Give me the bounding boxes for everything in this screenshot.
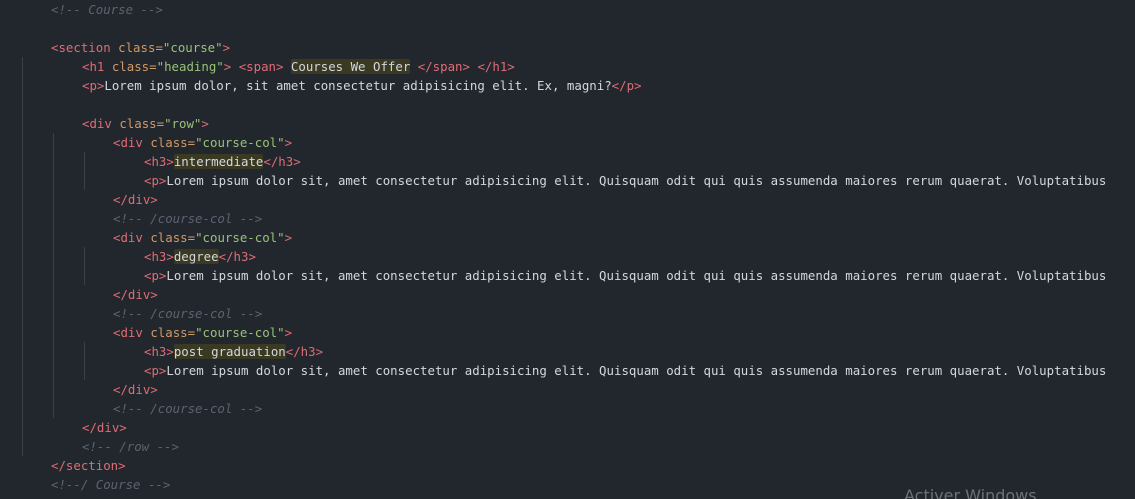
code-string-token: "heading" bbox=[156, 59, 224, 74]
code-tag-token: > bbox=[284, 325, 293, 340]
code-line[interactable]: </div> bbox=[0, 380, 1135, 399]
code-tag-token: <p> bbox=[82, 78, 105, 93]
code-highlighted-token: post graduation bbox=[173, 344, 286, 359]
code-tag-token: <div bbox=[113, 325, 151, 340]
code-line[interactable] bbox=[0, 95, 1135, 114]
code-tag-token: <h3> bbox=[144, 154, 174, 169]
code-tag-token: </h3> bbox=[218, 249, 256, 264]
code-line[interactable]: </div> bbox=[0, 190, 1135, 209]
code-highlighted-token: degree bbox=[173, 249, 219, 264]
code-highlighted-token: Courses We Offer bbox=[290, 59, 411, 74]
code-tag-token: </h1> bbox=[477, 59, 515, 74]
code-tag-token: > bbox=[222, 40, 231, 55]
code-tag-token: > bbox=[201, 116, 209, 131]
code-tag-token: <p> bbox=[144, 363, 167, 378]
code-tag-token: <div bbox=[82, 116, 120, 131]
code-string-token: "course-col" bbox=[195, 230, 285, 245]
code-line[interactable]: <div class="course-col"> bbox=[0, 228, 1135, 247]
code-tag-token: <span> bbox=[238, 59, 284, 74]
code-line[interactable]: <p>Lorem ipsum dolor sit, amet consectet… bbox=[0, 171, 1135, 190]
code-attr-token: class= bbox=[111, 59, 157, 74]
code-attr-token: class= bbox=[118, 40, 163, 55]
code-tag-token: <section bbox=[51, 40, 119, 55]
code-tag-token: </h3> bbox=[285, 344, 324, 359]
code-text-token: Lorem ipsum dolor, sit amet consectetur … bbox=[104, 78, 612, 93]
code-tag-token: <h1 bbox=[82, 59, 112, 74]
code-string-token: "course-col" bbox=[195, 325, 285, 340]
code-line[interactable]: <section class="course"> bbox=[0, 38, 1135, 57]
code-tag-token: <div bbox=[113, 230, 151, 245]
code-tag-token: </section> bbox=[51, 458, 126, 473]
code-string-token: "row" bbox=[164, 116, 202, 131]
code-tag-token: <h3> bbox=[144, 344, 174, 359]
code-line[interactable] bbox=[0, 19, 1135, 38]
code-tag-token: </span> bbox=[417, 59, 470, 74]
code-tag-token: </div> bbox=[113, 382, 158, 397]
code-line[interactable]: <h3>post graduation</h3> bbox=[0, 342, 1135, 361]
code-comment-token: <!-- /course-col --> bbox=[113, 306, 263, 321]
code-text-token: Lorem ipsum dolor sit, amet consectetur … bbox=[166, 268, 1107, 283]
code-attr-token: class= bbox=[150, 230, 196, 245]
code-line[interactable]: <p>Lorem ipsum dolor sit, amet consectet… bbox=[0, 266, 1135, 285]
code-line[interactable]: </div> bbox=[0, 285, 1135, 304]
code-attr-token: class= bbox=[150, 325, 196, 340]
code-tag-token: <p> bbox=[144, 268, 167, 283]
code-line[interactable]: </section> bbox=[0, 456, 1135, 475]
code-line[interactable]: </div> bbox=[0, 418, 1135, 437]
code-string-token: "course" bbox=[162, 40, 223, 55]
code-line[interactable]: <!-- /row --> bbox=[0, 437, 1135, 456]
code-tag-token: <h3> bbox=[144, 249, 174, 264]
code-line[interactable]: <h1 class="heading"> <span> Courses We O… bbox=[0, 57, 1135, 76]
code-line[interactable]: <!-- /course-col --> bbox=[0, 304, 1135, 323]
code-comment-token: <!-- /course-col --> bbox=[113, 401, 263, 416]
code-comment-token: <!-- /course-col --> bbox=[113, 211, 263, 226]
code-tag-token: > bbox=[284, 230, 293, 245]
code-line[interactable]: <h3>degree</h3> bbox=[0, 247, 1135, 266]
code-text-token: Lorem ipsum dolor sit, amet consectetur … bbox=[166, 173, 1107, 188]
code-tag-token: </div> bbox=[82, 420, 127, 435]
code-tag-token: </div> bbox=[113, 287, 158, 302]
code-string-token: "course-col" bbox=[195, 135, 285, 150]
code-tag-token: <div bbox=[113, 135, 151, 150]
code-line[interactable]: <div class="course-col"> bbox=[0, 323, 1135, 342]
code-highlighted-token: intermediate bbox=[173, 154, 264, 169]
activation-watermark: Activer Windows bbox=[904, 486, 1037, 499]
code-line[interactable]: <div class="course-col"> bbox=[0, 133, 1135, 152]
code-line[interactable]: <!-- /course-col --> bbox=[0, 399, 1135, 418]
code-tag-token: <p> bbox=[144, 173, 167, 188]
code-editor[interactable]: <!-- Course --> <section class="course"> <… bbox=[0, 0, 1135, 499]
code-tag-token: > bbox=[284, 135, 293, 150]
code-tag-token: </p> bbox=[611, 78, 642, 93]
code-comment-token: <!-- /row --> bbox=[82, 439, 179, 454]
code-line[interactable]: <p>Lorem ipsum dolor, sit amet consectet… bbox=[0, 76, 1135, 95]
code-comment-token: <!-- Course --> bbox=[51, 2, 163, 17]
code-attr-token: class= bbox=[119, 116, 165, 131]
code-comment-token: <!--/ Course --> bbox=[51, 477, 171, 492]
code-text-token: Lorem ipsum dolor sit, amet consectetur … bbox=[166, 363, 1107, 378]
code-line[interactable]: <div class="row"> bbox=[0, 114, 1135, 133]
code-attr-token: class= bbox=[150, 135, 196, 150]
code-tag-token: </h3> bbox=[263, 154, 301, 169]
code-line[interactable]: <!-- Course --> bbox=[0, 0, 1135, 19]
code-line[interactable]: <h3>intermediate</h3> bbox=[0, 152, 1135, 171]
code-line[interactable]: <!-- /course-col --> bbox=[0, 209, 1135, 228]
code-tag-token: </div> bbox=[113, 192, 158, 207]
code-area[interactable]: <!-- Course --> <section class="course"> <… bbox=[0, 0, 1135, 499]
code-line[interactable]: <p>Lorem ipsum dolor sit, amet consectet… bbox=[0, 361, 1135, 380]
